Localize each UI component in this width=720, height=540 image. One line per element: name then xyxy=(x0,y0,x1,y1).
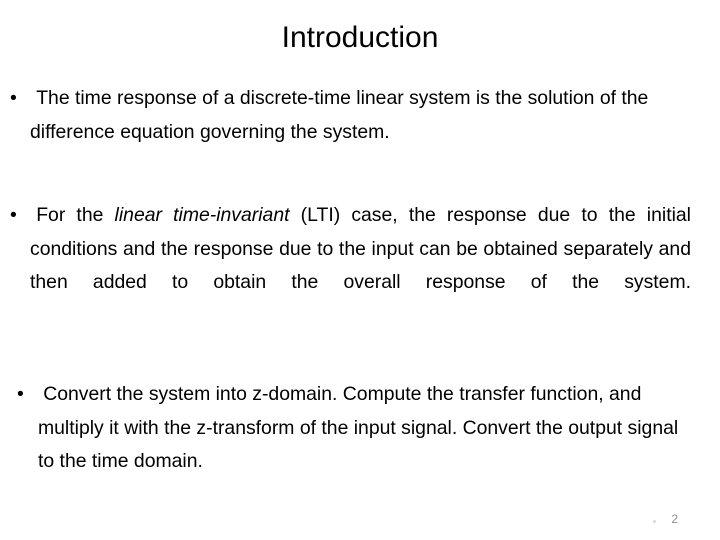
bullet-item-z-domain: • Convert the system into z-domain. Comp… xyxy=(0,378,720,479)
bullet-item-lti-superposition: • For the linear time-invariant (LTI) ca… xyxy=(0,199,720,333)
bullet-marker-icon: • xyxy=(10,204,37,226)
page-number: 2 xyxy=(671,512,678,526)
bullet-item-time-response: • The time response of a discrete-time l… xyxy=(0,82,720,149)
bullet-text: The time response of a discrete-time lin… xyxy=(30,87,649,143)
slide-body: • The time response of a discrete-time l… xyxy=(0,82,720,479)
page-number-dot-icon xyxy=(653,520,656,523)
bullet-marker-icon: • xyxy=(10,87,37,109)
presentation-slide: Introduction • The time response of a di… xyxy=(0,0,720,540)
page-title: Introduction xyxy=(281,21,439,54)
emphasized-term: linear time-invariant xyxy=(114,204,290,226)
bullet-text-before-emphasis: For the xyxy=(36,204,115,226)
bullet-marker-icon: • xyxy=(17,383,44,405)
bullet-text: For the linear time-invariant (LTI) case… xyxy=(30,204,691,327)
bullet-text: Convert the system into z-domain. Comput… xyxy=(38,383,679,472)
